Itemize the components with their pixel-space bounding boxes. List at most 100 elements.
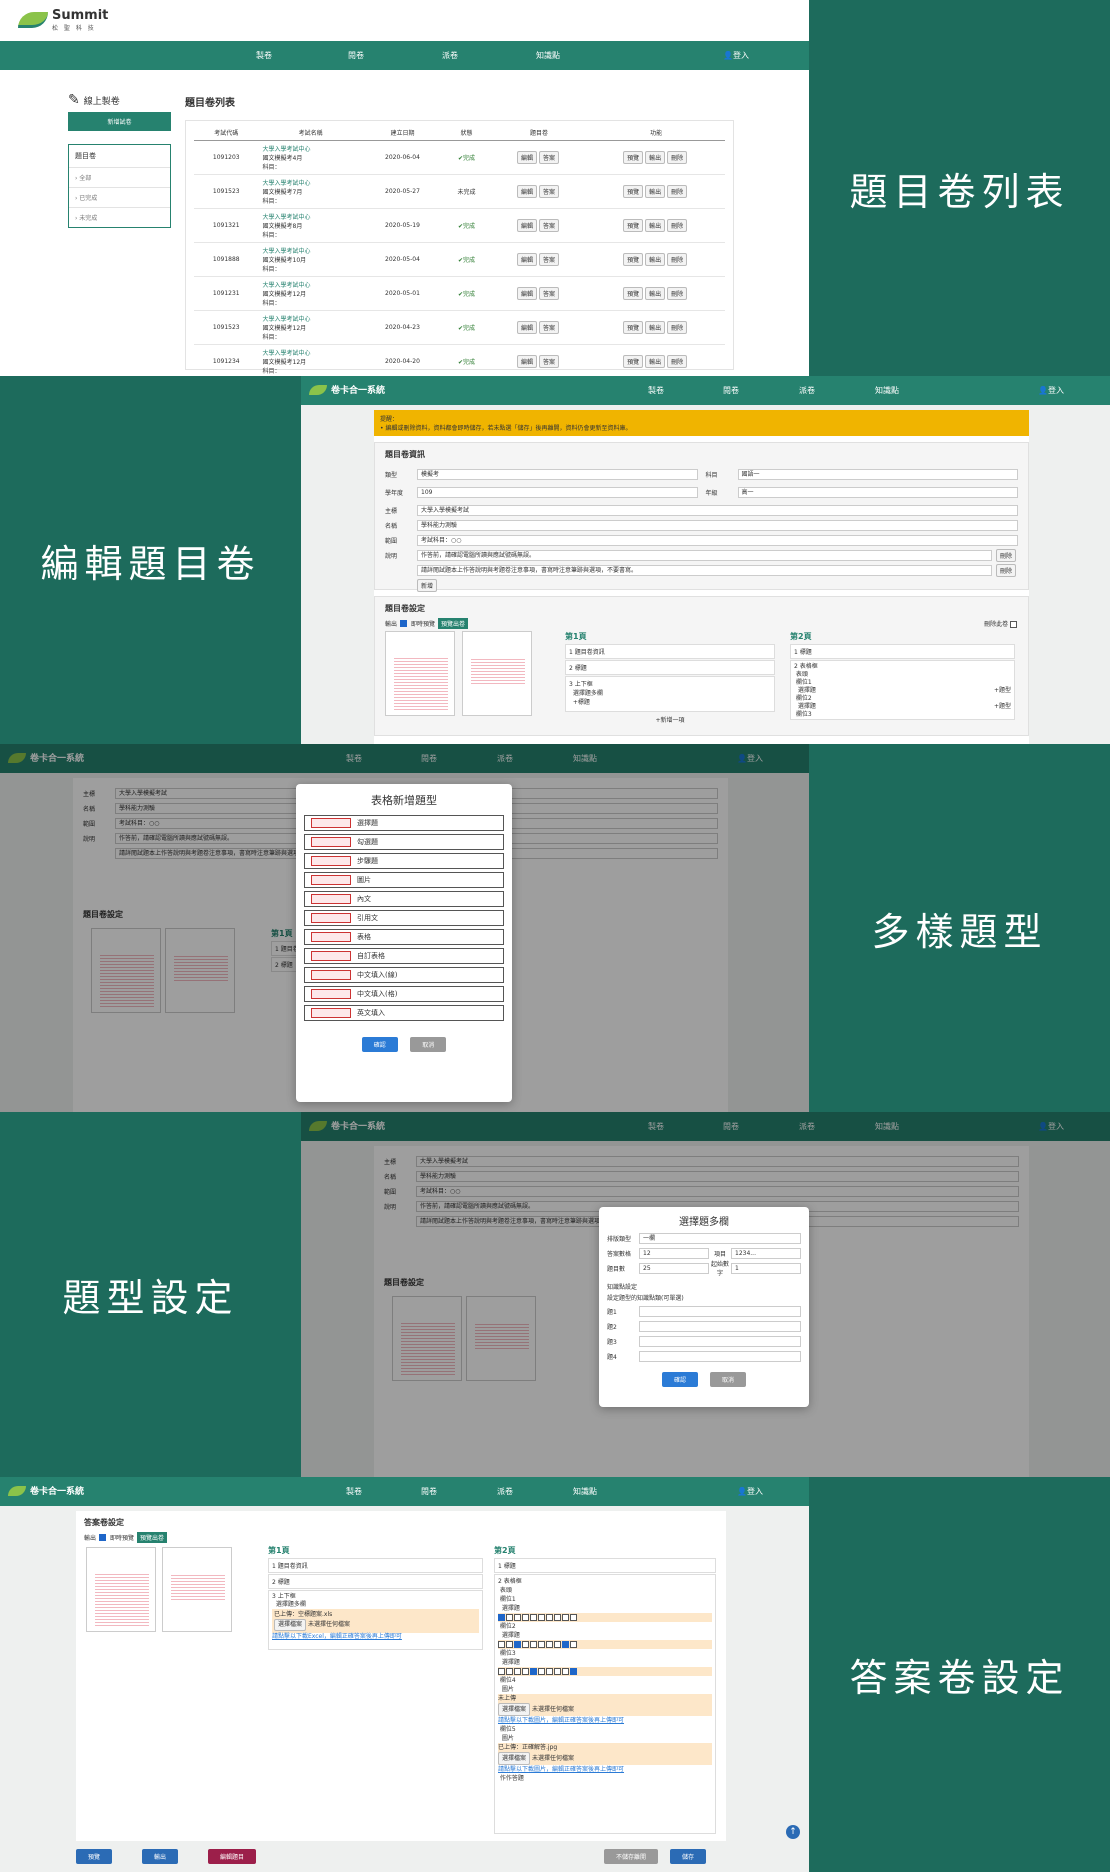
answer-button[interactable]: 答案: [539, 219, 560, 232]
knowledge-input-4[interactable]: [639, 1350, 801, 1362]
edit-button[interactable]: 編輯: [516, 151, 537, 164]
preview-button[interactable]: 預覽: [623, 253, 644, 266]
answer-button[interactable]: 答案: [539, 321, 560, 334]
nav-item-make[interactable]: 製卷: [256, 50, 272, 61]
delete-button[interactable]: 刪除: [667, 151, 688, 164]
nav-item-dispatch[interactable]: 派卷: [497, 1486, 513, 1497]
login-link[interactable]: 👤登入: [737, 1486, 763, 1497]
knowledge-input-1[interactable]: [639, 1305, 801, 1317]
answer-button[interactable]: 答案: [539, 151, 560, 164]
export-button[interactable]: 輸出: [645, 321, 666, 334]
type-option[interactable]: 選擇題: [304, 815, 504, 831]
export-button[interactable]: 輸出: [645, 219, 666, 232]
type-option[interactable]: 步驟題: [304, 853, 504, 869]
type-select[interactable]: 模擬考: [417, 468, 698, 480]
exam-name[interactable]: 大學入學考試中心 國文模擬考10月 科目：: [258, 242, 363, 277]
export-button[interactable]: 輸出: [645, 287, 666, 300]
choose-file-button[interactable]: 選擇檔案: [498, 1752, 531, 1765]
type-option[interactable]: 英文填入: [304, 1005, 504, 1021]
export-button[interactable]: 輸出: [645, 253, 666, 266]
edit-button[interactable]: 編輯: [516, 219, 537, 232]
type-option[interactable]: 自訂表格: [304, 948, 504, 964]
nav-item-dispatch[interactable]: 派卷: [442, 50, 458, 61]
edit-button[interactable]: 編輯: [516, 321, 537, 334]
choose-file-button[interactable]: 選擇檔案: [274, 1619, 307, 1631]
confirm-button[interactable]: 確認: [662, 1372, 699, 1387]
download-excel-link[interactable]: 請點擊以下載Excel，編輯正確答案後再上傳即可: [272, 1633, 402, 1640]
exam-name[interactable]: 大學入學考試中心 國文模擬考7月 科目：: [258, 174, 363, 209]
download-image-link[interactable]: 請點擊以下載圖片，編輯正確答案後再上傳即可: [498, 1766, 624, 1773]
year-select[interactable]: 109: [417, 486, 698, 498]
nav-item-make[interactable]: 製卷: [648, 385, 664, 396]
layout-type-select[interactable]: 一欄: [639, 1232, 801, 1244]
login-link[interactable]: 👤登入: [723, 50, 749, 61]
delete-button[interactable]: 刪除: [667, 355, 688, 368]
nav-item-make[interactable]: 製卷: [346, 1486, 362, 1497]
question-count-input[interactable]: 25: [639, 1262, 709, 1274]
live-preview-checkbox[interactable]: [99, 1534, 107, 1541]
new-exam-button[interactable]: 新增試卷: [68, 112, 171, 131]
cancel-button[interactable]: 取消: [410, 1037, 447, 1052]
preview-button[interactable]: 預覽: [623, 355, 644, 368]
preview-button[interactable]: 預覽: [76, 1849, 113, 1864]
edit-button[interactable]: 編輯: [516, 355, 537, 368]
answer-button[interactable]: 答案: [539, 185, 560, 198]
nav-item-review[interactable]: 閱卷: [348, 50, 364, 61]
nav-item-knowledge[interactable]: 知識點: [875, 385, 899, 396]
edit-button[interactable]: 編輯: [516, 253, 537, 266]
grade-select[interactable]: 高一: [737, 486, 1018, 498]
type-option[interactable]: 表格: [304, 929, 504, 945]
exam-name[interactable]: 大學入學考試中心 國文模擬考12月 科目：: [258, 276, 363, 311]
nav-item-knowledge[interactable]: 知識點: [573, 1486, 597, 1497]
sidebar-item-undone[interactable]: › 未完成: [69, 207, 170, 227]
desc-delete-button-2[interactable]: 刪除: [995, 563, 1016, 577]
no-save-leave-button[interactable]: 不儲存離開: [604, 1849, 659, 1864]
edit-button[interactable]: 編輯: [516, 185, 537, 198]
delete-page-toggle[interactable]: 刪除此卷: [984, 619, 1018, 628]
desc-input-2[interactable]: 請詳閱試題本上作答說明與考題卷注意事項，書寫時注意筆跡與選項，不要書寫。: [417, 564, 992, 576]
add-item-button[interactable]: +新增一項: [565, 713, 775, 726]
preview-button[interactable]: 預覽: [623, 287, 644, 300]
download-image-link[interactable]: 請點擊以下載圖片，編輯正確答案後再上傳即可: [498, 1717, 624, 1724]
answer-button[interactable]: 答案: [539, 253, 560, 266]
answer-button[interactable]: 答案: [539, 287, 560, 300]
knowledge-input-2[interactable]: [639, 1320, 801, 1332]
sidebar-group[interactable]: 題目卷: [69, 145, 170, 167]
preview-exam-button[interactable]: 預覽出卷: [438, 618, 469, 629]
answer-button[interactable]: 答案: [539, 355, 560, 368]
delete-button[interactable]: 刪除: [667, 185, 688, 198]
answer-count-select[interactable]: 12: [639, 1247, 709, 1259]
item-select[interactable]: 1234...: [731, 1247, 801, 1259]
export-button[interactable]: 輸出: [142, 1849, 179, 1864]
choose-file-button[interactable]: 選擇檔案: [498, 1703, 531, 1716]
range-input[interactable]: 考試科目：○○: [417, 534, 1018, 546]
desc-delete-button[interactable]: 刪除: [995, 548, 1016, 562]
edit-button[interactable]: 編輯: [516, 287, 537, 300]
type-option[interactable]: 中文填入(格): [304, 986, 504, 1002]
confirm-button[interactable]: 確認: [361, 1037, 398, 1052]
nav-item-knowledge[interactable]: 知識點: [536, 50, 560, 61]
delete-button[interactable]: 刪除: [667, 253, 688, 266]
main-title-input[interactable]: 大學入學模擬考試: [417, 504, 1018, 516]
export-button[interactable]: 輸出: [645, 355, 666, 368]
exam-name[interactable]: 大學入學考試中心 國文模擬考12月 科目：: [258, 344, 363, 376]
type-option[interactable]: 內文: [304, 891, 504, 907]
export-button[interactable]: 輸出: [645, 185, 666, 198]
nav-item-review[interactable]: 閱卷: [421, 1486, 437, 1497]
delete-button[interactable]: 刪除: [667, 219, 688, 232]
preview-button[interactable]: 預覽: [623, 219, 644, 232]
type-option[interactable]: 圖片: [304, 872, 504, 888]
exam-name[interactable]: 大學入學考試中心 國文模擬考4月 科目：: [258, 140, 363, 175]
delete-button[interactable]: 刪除: [667, 321, 688, 334]
delete-button[interactable]: 刪除: [667, 287, 688, 300]
edit-question-button[interactable]: 編輯題目: [208, 1849, 257, 1864]
nav-item-review[interactable]: 閱卷: [723, 385, 739, 396]
login-link[interactable]: 👤登入: [1038, 385, 1064, 396]
name-input[interactable]: 學科能力測驗: [417, 519, 1018, 531]
subject-select[interactable]: 國語一: [737, 468, 1018, 480]
summit-logo[interactable]: Summit 松 聖 科 技: [18, 8, 108, 32]
preview-button[interactable]: 預覽: [623, 321, 644, 334]
preview-exam-button[interactable]: 預覽出卷: [137, 1532, 168, 1543]
desc-add-button[interactable]: 新增: [417, 578, 438, 592]
sidebar-item-done[interactable]: › 已完成: [69, 187, 170, 207]
